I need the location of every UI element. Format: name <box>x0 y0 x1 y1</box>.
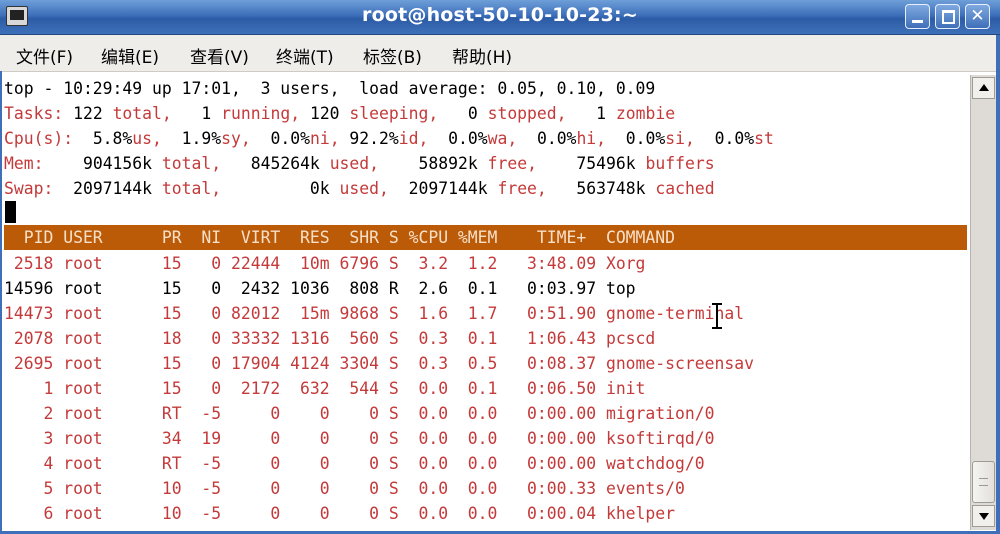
minimize-button[interactable] <box>905 4 930 29</box>
menu-file[interactable]: 文件(F) <box>16 43 73 68</box>
line-segment: 2097144k <box>53 179 162 198</box>
tasks-line: Tasks: 122 total, 1 running, 120 sleepin… <box>4 101 675 126</box>
table-row: 2518 root 15 0 22444 10m 6796 S 3.2 1.2 … <box>4 254 646 273</box>
line-segment: si, <box>665 129 695 148</box>
line-segment: ni, <box>309 129 340 148</box>
scroll-up-button[interactable] <box>972 77 995 99</box>
line-segment: cached <box>655 179 715 198</box>
line-segment: total, <box>161 154 222 173</box>
line-segment: 5.8% <box>73 129 133 148</box>
menu-terminal[interactable]: 终端(T) <box>276 43 334 68</box>
line-segment: 0.0% <box>428 129 488 148</box>
line-segment: id, <box>398 129 429 148</box>
line-segment: 845264k <box>221 154 330 173</box>
table-row: 2078 root 18 0 33332 1316 560 S 0.3 0.1 … <box>4 329 656 348</box>
line-segment: used, <box>339 179 389 198</box>
line-segment: 1 <box>171 104 222 123</box>
line-segment: 904156k <box>43 154 162 173</box>
line-segment: free, <box>497 179 547 198</box>
line-segment: total, <box>112 104 172 123</box>
table-row: 2 root RT -5 0 0 0 S 0.0 0.0 0:00.00 mig… <box>4 404 715 423</box>
menu-bar: 文件(F) 编辑(E) 查看(V) 终端(T) 标签(B) 帮助(H) <box>0 35 1000 72</box>
table-row: 2695 root 15 0 17904 4124 3304 S 0.3 0.5… <box>4 354 754 373</box>
line-segment: 0 <box>438 104 488 123</box>
line-segment: wa, <box>487 129 518 148</box>
menu-edit[interactable]: 编辑(E) <box>101 43 159 68</box>
line-segment: 1 <box>566 104 616 123</box>
maximize-button[interactable] <box>935 4 960 29</box>
cpu-line: Cpu(s): 5.8%us, 1.9%sy, 0.0%ni, 92.2%id,… <box>4 126 774 151</box>
vertical-scrollbar[interactable] <box>970 75 996 530</box>
scroll-down-button[interactable] <box>972 505 995 527</box>
mem-line: Mem: 904156k total, 845264k used, 58892k… <box>4 151 715 176</box>
line-segment: 0.0% <box>606 129 666 148</box>
table-row: 14596 root 15 0 2432 1036 808 R 2.6 0.1 … <box>4 279 636 298</box>
line-segment: us, <box>132 129 162 148</box>
line-segment: Swap: <box>4 179 54 198</box>
line-segment: 75496k <box>536 154 646 173</box>
line-segment: 0.0% <box>694 129 755 148</box>
line-segment: 58892k <box>379 154 488 173</box>
line-segment: sy, <box>221 129 251 148</box>
table-row: 3 root 34 19 0 0 0 S 0.0 0.0 0:00.00 kso… <box>4 429 715 448</box>
table-row: 6 root 10 -5 0 0 0 S 0.0 0.0 0:00.04 khe… <box>4 504 676 523</box>
line-segment: 0.0% <box>250 129 310 148</box>
line-segment: 0.0% <box>517 129 577 148</box>
close-button[interactable]: ✕ <box>965 4 990 29</box>
line-segment: used, <box>329 154 380 173</box>
title-bar[interactable]: root@host-50-10-10-23:~ ✕ <box>0 0 1000 35</box>
scrollbar-thumb[interactable] <box>972 461 995 503</box>
ibeam-cursor-icon <box>712 303 722 329</box>
line-segment: 92.2% <box>339 129 399 148</box>
line-segment: Cpu(s): <box>4 129 74 148</box>
terminal-output[interactable]: top - 10:29:49 up 17:01, 3 users, load a… <box>4 75 967 530</box>
table-row: 1 root 15 0 2172 632 544 S 0.0 0.1 0:06.… <box>4 379 646 398</box>
menu-view[interactable]: 查看(V) <box>190 43 249 68</box>
line-segment: zombie <box>615 104 676 123</box>
table-header-text: PID USER PR NI VIRT RES SHR S %CPU %MEM … <box>4 228 676 247</box>
line-segment: Mem: <box>4 154 44 173</box>
terminal-window: root@host-50-10-10-23:~ ✕ 文件(F) 编辑(E) 查看… <box>0 0 1000 534</box>
line-segment: stopped, <box>487 104 567 123</box>
line-segment: total, <box>161 179 222 198</box>
line-segment: st <box>754 129 774 148</box>
text-cursor <box>5 201 16 223</box>
window-frame-right <box>996 35 1000 534</box>
line-segment: 563748k <box>546 179 656 198</box>
window-title: root@host-50-10-10-23:~ <box>362 4 638 26</box>
menu-tabs[interactable]: 标签(B) <box>363 43 422 68</box>
line-segment: running, <box>221 104 301 123</box>
window-frame-left <box>0 71 2 534</box>
table-row: 14473 root 15 0 82012 15m 9868 S 1.6 1.7… <box>4 304 745 323</box>
menu-help[interactable]: 帮助(H) <box>452 43 512 68</box>
swap-line: Swap: 2097144k total, 0k used, 2097144k … <box>4 176 715 201</box>
line-segment: 2097144k <box>388 179 498 198</box>
process-table-header: PID USER PR NI VIRT RES SHR S %CPU %MEM … <box>4 225 967 250</box>
line-segment: free, <box>487 154 537 173</box>
line-segment: Tasks: <box>4 104 64 123</box>
line-segment: 0k <box>221 179 340 198</box>
close-icon: ✕ <box>970 6 985 26</box>
line-segment: sleeping, <box>349 104 439 123</box>
line-segment: 122 <box>63 104 113 123</box>
line-segment: buffers <box>645 154 715 173</box>
table-row: 5 root 10 -5 0 0 0 S 0.0 0.0 0:00.33 eve… <box>4 479 685 498</box>
top-uptime-line: top - 10:29:49 up 17:01, 3 users, load a… <box>4 79 656 98</box>
line-segment: 1.9% <box>161 129 222 148</box>
line-segment: 120 <box>300 104 350 123</box>
table-row: 4 root RT -5 0 0 0 S 0.0 0.0 0:00.00 wat… <box>4 454 705 473</box>
line-segment: hi, <box>576 129 607 148</box>
